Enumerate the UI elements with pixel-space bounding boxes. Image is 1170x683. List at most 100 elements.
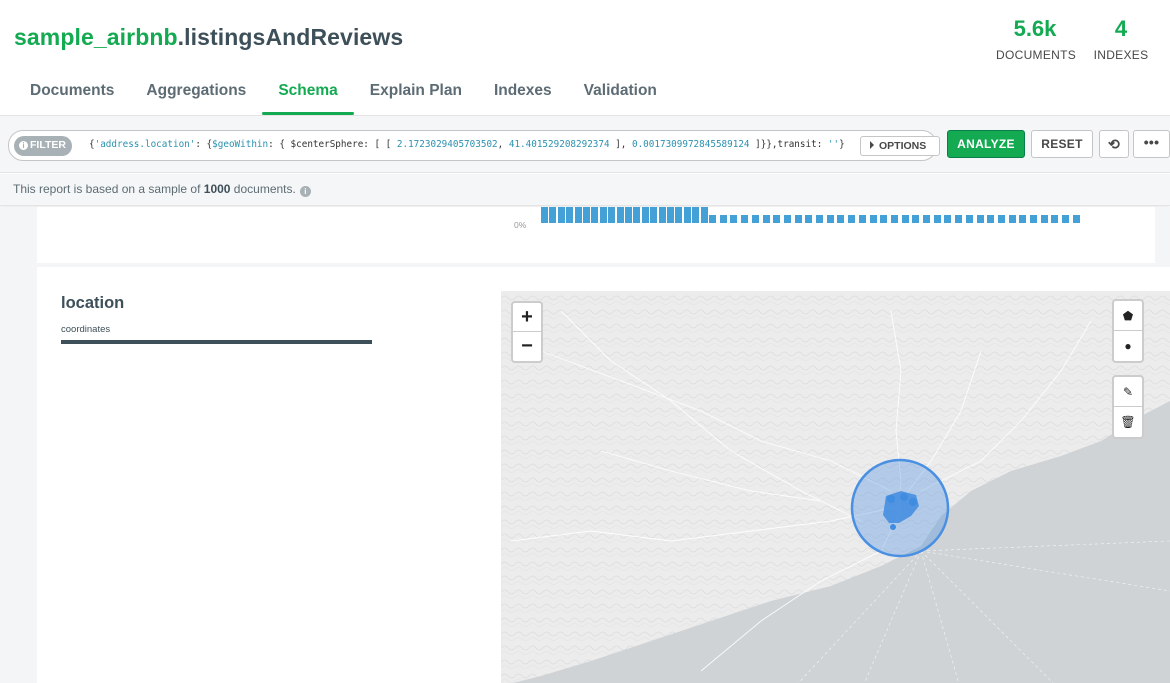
- edit-toolbar: ✎ 🗑: [1112, 375, 1144, 439]
- histogram-bar[interactable]: [566, 207, 574, 223]
- tab-schema[interactable]: Schema: [262, 78, 355, 115]
- zoom-in-button[interactable]: +: [513, 303, 541, 332]
- histogram-bar[interactable]: [1030, 215, 1037, 223]
- histogram-bar[interactable]: [826, 215, 834, 223]
- histogram-bar[interactable]: [574, 207, 582, 223]
- histogram-bar[interactable]: [625, 207, 632, 223]
- histogram-bar[interactable]: [955, 215, 963, 223]
- histogram-bar[interactable]: [658, 207, 666, 223]
- histogram-bar[interactable]: [783, 215, 791, 223]
- namespace-title: sample_airbnb.listingsAndReviews: [14, 24, 403, 51]
- histogram-bar[interactable]: [805, 215, 813, 223]
- histogram-bar[interactable]: [1040, 215, 1048, 223]
- histogram-bar[interactable]: [912, 215, 920, 223]
- histogram-bar[interactable]: [1072, 215, 1080, 223]
- histogram-bar[interactable]: [837, 215, 845, 223]
- previous-field-card: 0%: [37, 207, 1155, 263]
- info-icon[interactable]: i: [299, 186, 311, 197]
- filter-query-text[interactable]: {'address.location': {$geoWithin: { $cen…: [89, 139, 845, 150]
- tab-documents[interactable]: Documents: [14, 78, 130, 115]
- histogram-bar[interactable]: [762, 215, 770, 223]
- database-name[interactable]: sample_airbnb: [14, 24, 178, 50]
- histogram-bar[interactable]: [730, 215, 738, 223]
- reset-button[interactable]: RESET: [1031, 130, 1093, 158]
- collection-name: .listingsAndReviews: [177, 24, 404, 50]
- histogram-bar[interactable]: [541, 207, 548, 223]
- histogram-bar[interactable]: [965, 215, 973, 223]
- histogram-bar[interactable]: [616, 207, 624, 223]
- histogram-bar[interactable]: [675, 207, 683, 223]
- histogram-bar[interactable]: [880, 215, 888, 223]
- histogram-bar[interactable]: [583, 207, 590, 223]
- tab-validation[interactable]: Validation: [568, 78, 673, 115]
- tab-indexes[interactable]: Indexes: [478, 78, 568, 115]
- histogram-bar[interactable]: [773, 215, 781, 223]
- histogram-bar[interactable]: [709, 215, 716, 223]
- histogram-bar[interactable]: [997, 215, 1005, 223]
- histogram-bar[interactable]: [683, 207, 691, 223]
- histogram-bar[interactable]: [794, 215, 802, 223]
- histogram-bar[interactable]: [650, 207, 658, 223]
- schema-content: 0% location coordinates + − ⬟ ● ✎ 🗑: [0, 207, 1170, 683]
- histogram-bar[interactable]: [944, 215, 952, 223]
- sample-count: 1000: [203, 182, 231, 196]
- analyze-button[interactable]: ANALYZE: [947, 130, 1025, 158]
- history-icon[interactable]: ⟲: [1099, 130, 1129, 158]
- histogram-bar[interactable]: [869, 215, 877, 223]
- info-icon: i: [19, 141, 28, 150]
- histogram-bar[interactable]: [719, 215, 727, 223]
- filter-input[interactable]: i FILTER {'address.location': {$geoWithin…: [8, 130, 940, 161]
- histogram-bar[interactable]: [557, 207, 565, 223]
- indexes-label: INDEXES: [1093, 48, 1149, 62]
- histogram-bar[interactable]: [976, 215, 984, 223]
- caret-right-icon: [870, 141, 874, 149]
- options-button[interactable]: OPTIONS: [860, 136, 940, 156]
- documents-count: 5.6k: [1013, 16, 1057, 41]
- tab-aggregations[interactable]: Aggregations: [130, 78, 262, 115]
- sample-prefix: This report is based on a sample of: [13, 182, 204, 196]
- histogram-bar[interactable]: [549, 207, 557, 223]
- map-tiles: [501, 291, 1170, 683]
- polygon-icon[interactable]: ⬟: [1114, 301, 1142, 331]
- geo-map[interactable]: + − ⬟ ● ✎ 🗑: [501, 291, 1170, 683]
- zoom-control: + −: [511, 301, 543, 363]
- histogram-bar[interactable]: [848, 215, 856, 223]
- collection-tabs: Documents Aggregations Schema Explain Pl…: [14, 78, 673, 115]
- tab-explain-plan[interactable]: Explain Plan: [354, 78, 478, 115]
- histogram-bar[interactable]: [667, 207, 674, 223]
- indexes-count: 4: [1114, 16, 1128, 41]
- histogram-bars: [541, 207, 1151, 224]
- histogram-bar[interactable]: [751, 215, 759, 223]
- ellipsis-icon[interactable]: •••: [1133, 130, 1170, 158]
- zoom-out-button[interactable]: −: [513, 332, 541, 361]
- histogram-bar[interactable]: [1051, 215, 1059, 223]
- field-name: location: [61, 294, 125, 312]
- edit-icon[interactable]: ✎: [1114, 377, 1142, 407]
- documents-label: DOCUMENTS: [996, 48, 1077, 62]
- histogram-bar[interactable]: [599, 207, 607, 223]
- histogram-bar[interactable]: [633, 207, 641, 223]
- histogram-bar[interactable]: [1008, 215, 1016, 223]
- histogram-bar[interactable]: [700, 207, 708, 223]
- circle-icon[interactable]: ●: [1114, 331, 1142, 361]
- histogram-bar[interactable]: [858, 215, 866, 223]
- histogram-bar[interactable]: [641, 207, 649, 223]
- histogram-bar[interactable]: [741, 215, 749, 223]
- histogram-bar[interactable]: [816, 215, 823, 223]
- field-type-bar[interactable]: [61, 340, 372, 344]
- histogram-bar[interactable]: [608, 207, 616, 223]
- histogram-bar[interactable]: [923, 215, 930, 223]
- documents-stat: 5.6k DOCUMENTS: [996, 16, 1077, 62]
- histogram-bar[interactable]: [933, 215, 941, 223]
- histogram-bar[interactable]: [901, 215, 909, 223]
- histogram-bar[interactable]: [591, 207, 599, 223]
- indexes-stat: 4 INDEXES: [1092, 16, 1150, 62]
- field-type-label[interactable]: coordinates: [61, 324, 110, 335]
- histogram-bar[interactable]: [692, 207, 700, 223]
- histogram-bar[interactable]: [1019, 215, 1027, 223]
- trash-icon[interactable]: 🗑: [1114, 407, 1142, 437]
- query-toolbar: i FILTER {'address.location': {$geoWithin…: [0, 115, 1170, 173]
- histogram-bar[interactable]: [890, 215, 898, 223]
- histogram-bar[interactable]: [987, 215, 995, 223]
- histogram-bar[interactable]: [1062, 215, 1070, 223]
